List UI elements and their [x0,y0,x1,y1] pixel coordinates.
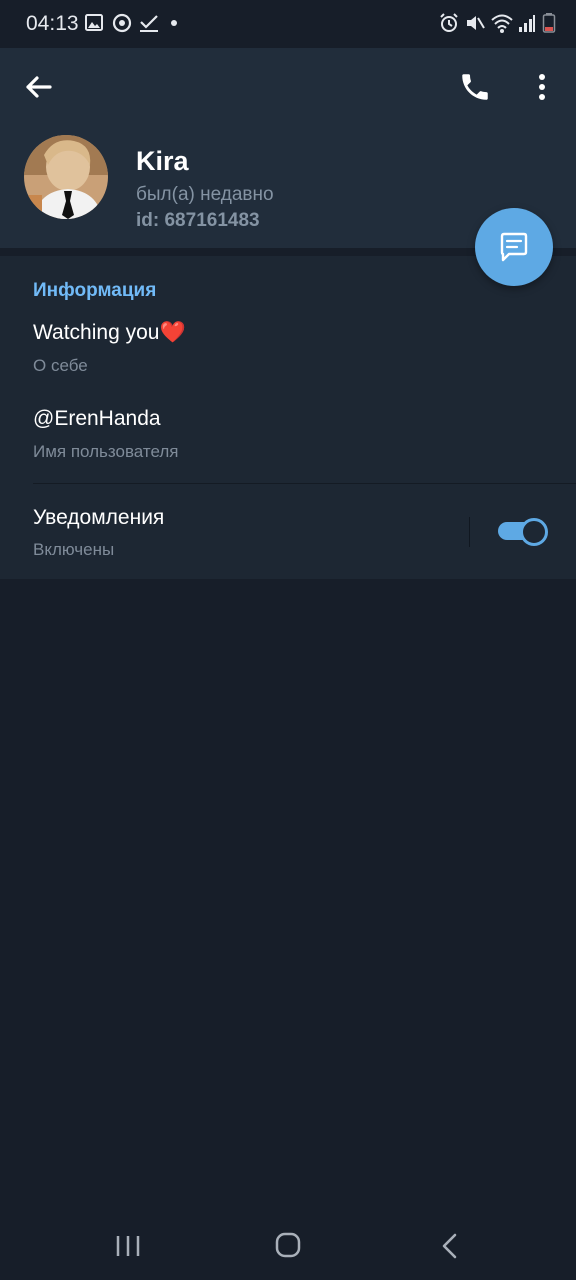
status-bar: 04:13 [0,0,576,48]
signal-icon [519,15,535,32]
gallery-icon [85,14,103,31]
more-options-button[interactable] [528,70,556,104]
avatar-photo [24,135,108,219]
battery-icon [542,13,556,33]
home-icon [275,1232,301,1258]
home-button[interactable] [268,1228,308,1264]
profile-id: id: 687161483 [136,210,260,231]
username-text: @ErenHanda [33,407,161,430]
profile-name: Kira [136,146,189,176]
arrow-left-icon [26,76,52,98]
bio-label: О себе [33,356,88,375]
message-icon [500,232,528,262]
avatar[interactable] [24,135,108,219]
status-time: 04:13 [26,12,79,35]
system-nav-bar [0,1210,576,1280]
back-button[interactable] [22,70,56,104]
mute-icon [467,16,485,30]
username-label: Имя пользователя [33,442,179,461]
wifi-icon [491,14,513,33]
notifications-toggle[interactable] [498,518,548,546]
notifications-title: Уведомления [33,506,165,529]
check-icon [140,15,158,32]
recent-apps-icon [116,1236,140,1256]
more-vertical-icon [539,74,545,100]
notifications-state: Включены [33,540,115,559]
recent-apps-button[interactable] [108,1228,148,1264]
section-title-info: Информация [33,280,157,301]
info-section: Информация Watching you❤️ О себе @ErenHa… [0,256,576,579]
row-separator [469,517,470,547]
sync-icon [112,13,132,33]
phone-icon [462,74,488,100]
profile-last-seen: был(а) недавно [136,184,274,205]
back-nav-icon [442,1233,457,1259]
alarm-icon [440,13,458,32]
call-button[interactable] [458,70,492,104]
status-right-icons [438,12,558,36]
divider [33,483,576,484]
bio-text: Watching you❤️ [33,321,186,344]
toggle-thumb [520,518,548,546]
send-message-button[interactable] [475,208,553,286]
dot-icon [171,20,177,26]
nav-back-button[interactable] [430,1228,470,1264]
